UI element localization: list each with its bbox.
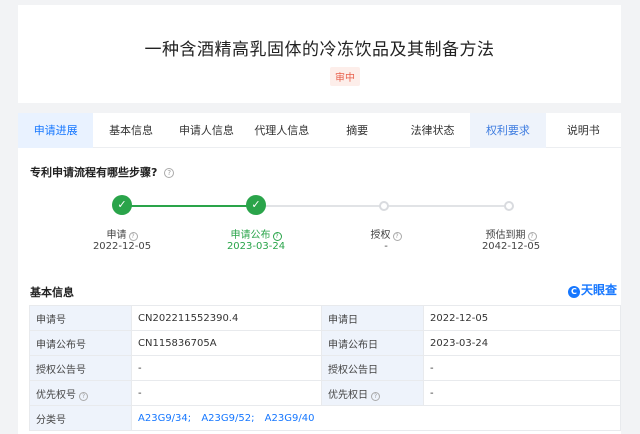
process-question-text: 专利申请流程有哪些步骤? (30, 166, 158, 179)
patent-title: 一种含酒精高乳固体的冷冻饮品及其制备方法 (144, 40, 495, 60)
process-question: 专利申请流程有哪些步骤? ? (30, 164, 175, 180)
tab-claims[interactable]: 权利要求 (470, 113, 546, 148)
help-icon[interactable]: ? (371, 391, 380, 401)
step-grant-label: 授权? (326, 226, 446, 241)
table-row: 申请公布号 CN115836705A 申请公布日 2023-03-24 (29, 330, 621, 356)
table-label-cell: 优先权日? (321, 380, 424, 406)
brand-name: 天眼查 (580, 283, 617, 297)
classification-link[interactable]: A23G9/34; (138, 413, 191, 424)
table-row: 优先权号? - 优先权日? - (29, 380, 621, 406)
tianyancha-logo-icon: C (567, 286, 580, 298)
step-expire-date: 2042-12-05 (481, 241, 541, 252)
table-label: 授权公告号 (29, 355, 132, 381)
table-row: 分类号 A23G9/34; A23G9/52; A23G9/40 (29, 405, 621, 431)
basic-info-table: 申请号 CN202211552390.4 申请日 2022-12-05 申请公布… (29, 305, 621, 431)
table-label: 优先权号 (36, 389, 76, 401)
step-label-text: 授权 (370, 230, 391, 241)
step-grant-date: - (384, 241, 388, 252)
basic-info-title: 基本信息 (30, 286, 74, 299)
tab-bar: 申请进展 基本信息 申请人信息 代理人信息 摘要 法律状态 权利要求 说明书 (18, 113, 621, 148)
tab-legal-status[interactable]: 法律状态 (395, 113, 470, 148)
tab-agent-info[interactable]: 代理人信息 (244, 113, 319, 148)
table-label: 申请号 (29, 305, 132, 331)
step-label-text: 预估到期 (485, 230, 526, 241)
step-publish-date: 2023-03-24 (226, 241, 286, 252)
classification-link[interactable]: A23G9/52; (201, 413, 254, 424)
step-label-text: 申请公布 (230, 230, 271, 241)
help-icon[interactable]: ? (527, 232, 537, 241)
table-label: 优先权日 (328, 389, 368, 401)
help-icon[interactable]: ? (79, 391, 88, 401)
progress-track-done (122, 205, 256, 207)
table-row: 授权公告号 - 授权公告日 - (29, 355, 621, 381)
table-label: 分类号 (29, 405, 132, 431)
brand-logo[interactable]: C 天眼查 (567, 281, 617, 298)
table-value: 2023-03-24 (423, 330, 621, 356)
main-card: 申请进展 基本信息 申请人信息 代理人信息 摘要 法律状态 权利要求 说明书 专… (18, 113, 621, 434)
title-card: 一种含酒精高乳固体的冷冻饮品及其制备方法 审中 (18, 5, 621, 103)
tab-applicant-info[interactable]: 申请人信息 (169, 113, 244, 148)
classification-link[interactable]: A23G9/40 (265, 413, 315, 424)
table-label-cell: 优先权号? (29, 380, 132, 406)
help-icon[interactable]: ? (128, 232, 138, 241)
table-value: - (131, 380, 322, 406)
step-pending-dot (504, 201, 514, 211)
step-label-text: 申请 (106, 230, 127, 241)
table-value: CN202211552390.4 (131, 305, 322, 331)
help-icon[interactable]: ? (392, 232, 402, 241)
classification-links: A23G9/34; A23G9/52; A23G9/40 (131, 405, 621, 431)
table-value: 2022-12-05 (423, 305, 621, 331)
step-expire-label: 预估到期? (451, 226, 571, 241)
check-icon: ✓ (112, 195, 132, 215)
table-label: 申请公布号 (29, 330, 132, 356)
help-icon[interactable]: ? (272, 232, 282, 241)
table-label: 申请日 (321, 305, 424, 331)
table-value: - (423, 355, 621, 381)
check-icon: ✓ (246, 195, 266, 215)
tab-abstract[interactable]: 摘要 (320, 113, 395, 148)
help-icon[interactable]: ? (164, 168, 175, 178)
status-badge: 审中 (330, 67, 360, 86)
tab-description[interactable]: 说明书 (546, 113, 621, 148)
table-value: - (131, 355, 322, 381)
tab-basic-info[interactable]: 基本信息 (93, 113, 168, 148)
step-apply-date: 2022-12-05 (92, 241, 152, 252)
table-value: - (423, 380, 621, 406)
step-apply-label: 申请? (62, 226, 182, 241)
table-label: 申请公布日 (321, 330, 424, 356)
table-label: 授权公告日 (321, 355, 424, 381)
table-value: CN115836705A (131, 330, 322, 356)
step-pending-dot (379, 201, 389, 211)
tab-progress[interactable]: 申请进展 (18, 113, 94, 148)
table-row: 申请号 CN202211552390.4 申请日 2022-12-05 (29, 305, 621, 331)
step-publish-label: 申请公布? (196, 226, 316, 241)
